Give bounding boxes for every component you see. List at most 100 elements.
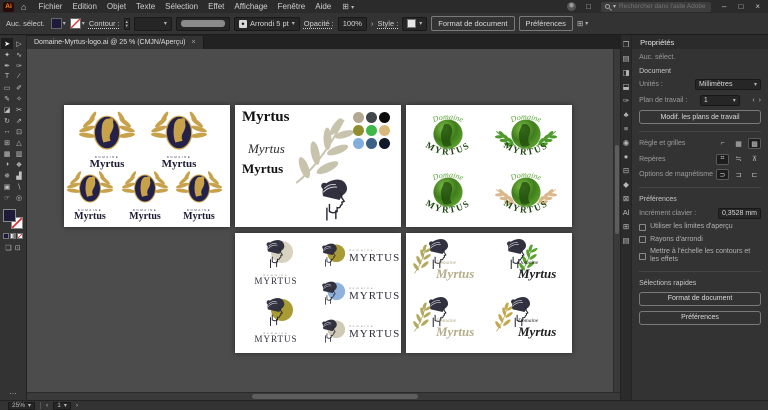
fill-color-control[interactable]: ▾ <box>51 18 66 29</box>
document-tab[interactable]: Domaine-Myrtus-logo.ai @ 25 % (CMJN/Aper… <box>27 36 204 49</box>
zoom-level-select[interactable]: 25%▾ <box>8 402 35 410</box>
restore-button[interactable]: □ <box>733 2 748 11</box>
artboard-prev-button[interactable]: ‹ <box>46 402 48 409</box>
tool[interactable]: ✧ <box>13 93 25 104</box>
preference-checkbox[interactable]: Rayons d'arrondi <box>639 236 761 244</box>
snap-toggle[interactable]: ⊐ <box>732 169 745 180</box>
tool[interactable]: ▷ <box>13 38 25 49</box>
checkbox-box[interactable] <box>639 236 646 243</box>
panel-icon[interactable]: ◉ <box>623 138 630 147</box>
panel-icon[interactable]: ❐ <box>623 40 630 49</box>
minimize-button[interactable]: – <box>717 2 731 11</box>
help-search[interactable]: ▾ <box>601 2 711 12</box>
preferences-button[interactable]: Préférences <box>519 16 573 31</box>
checkbox-box[interactable] <box>639 253 646 260</box>
stroke-weight-select[interactable]: ▾ <box>134 17 172 31</box>
tab-properties[interactable]: Propriétés <box>632 35 768 49</box>
tool[interactable]: ✎ <box>1 93 13 104</box>
snap-toggle[interactable]: ⊏ <box>748 169 761 180</box>
panel-icon[interactable]: ● <box>624 152 629 161</box>
quick-action-button[interactable]: Préférences <box>639 311 761 325</box>
tool[interactable]: ▭ <box>1 82 13 93</box>
keyboard-increment-field[interactable]: 0,3528 mm <box>718 208 761 219</box>
tool[interactable]: ⊡ <box>13 126 25 137</box>
tool[interactable]: ☞ <box>1 192 13 203</box>
tool[interactable]: ✑ <box>13 60 25 71</box>
artboard-5[interactable]: DomaineMyrtus DomaineMyrtus <box>406 233 572 353</box>
tool[interactable]: ✒ <box>1 60 13 71</box>
screen-mode-icon[interactable]: ⊡ <box>15 244 21 252</box>
stroke-weight-link[interactable]: Contour : <box>89 19 120 28</box>
checkbox-box[interactable] <box>639 224 646 231</box>
close-button[interactable]: × <box>750 2 765 11</box>
menu-item[interactable]: Edition <box>67 2 101 11</box>
canvas[interactable]: DOMAINE Myrtus DOMAINE Myrtus DOMAINE My… <box>27 49 620 392</box>
tool[interactable]: ∕ <box>13 71 25 82</box>
color-mode-icon[interactable] <box>3 233 9 239</box>
tool[interactable]: ▟ <box>13 170 25 181</box>
panel-icon[interactable]: ⬓ <box>622 82 629 91</box>
opacity-value-field[interactable]: 100% <box>338 17 367 31</box>
tool[interactable]: ✦ <box>1 49 13 60</box>
document-setup-button[interactable]: Format de document <box>431 16 514 31</box>
options-arrow[interactable]: › <box>371 19 374 28</box>
artboard-next-icon[interactable]: › <box>759 97 761 104</box>
stroke-weight-stepper[interactable]: ▴▾ <box>124 18 130 30</box>
tool[interactable]: ⇗ <box>13 115 25 126</box>
style-link[interactable]: Style : <box>377 19 398 28</box>
tool[interactable]: ∖ <box>13 181 25 192</box>
rulers-grid-toggle[interactable]: ▩ <box>748 138 761 149</box>
search-input[interactable] <box>619 3 707 10</box>
panel-icon[interactable]: ⊞ <box>623 222 629 231</box>
panel-icon[interactable]: ✑ <box>623 96 629 105</box>
horizontal-scrollbar-thumb[interactable] <box>252 394 418 399</box>
panel-icon[interactable]: ▤ <box>622 236 629 245</box>
tool[interactable]: ▣ <box>1 181 13 192</box>
width-profile-select[interactable] <box>176 17 230 31</box>
panel-icon[interactable]: ◨ <box>622 68 629 77</box>
horizontal-scrollbar[interactable] <box>27 392 620 400</box>
tool[interactable]: ❖ <box>13 159 25 170</box>
close-tab-icon[interactable]: × <box>191 39 195 46</box>
opacity-link[interactable]: Opacité : <box>304 19 334 28</box>
tool[interactable]: ∿ <box>13 49 25 60</box>
tool[interactable]: ◪ <box>1 104 13 115</box>
panel-icon[interactable]: ⊠ <box>623 194 629 203</box>
none-mode-icon[interactable] <box>17 233 23 239</box>
edit-artboards-button[interactable]: Modif. les plans de travail <box>639 110 761 124</box>
draw-mode-icon[interactable]: ❑ <box>5 244 11 252</box>
rulers-grid-toggle[interactable]: ⌐ <box>716 138 729 149</box>
tool[interactable]: ⊞ <box>1 137 13 148</box>
vertical-scrollbar[interactable] <box>613 49 620 392</box>
tool[interactable]: ✵ <box>1 170 13 181</box>
tool[interactable]: T <box>1 71 13 82</box>
artboard-prev-icon[interactable]: ‹ <box>752 97 754 104</box>
stroke-color-control[interactable]: ▾ <box>70 18 85 29</box>
fill-stroke-indicator[interactable] <box>3 209 23 229</box>
artboard-4[interactable]: domaine MYRTUS domaine MYRTUS domaineMYR… <box>235 233 401 353</box>
menu-item[interactable]: Sélection <box>160 2 203 11</box>
artboard-1[interactable]: DOMAINE Myrtus DOMAINE Myrtus DOMAINE My… <box>64 105 230 227</box>
menu-item[interactable]: Aide <box>310 2 336 11</box>
vertical-scrollbar-thumb[interactable] <box>615 145 619 234</box>
fill-indicator[interactable] <box>3 209 16 222</box>
menu-item[interactable]: Fichier <box>33 2 67 11</box>
menu-item[interactable]: Fenêtre <box>273 2 311 11</box>
guides-toggle[interactable]: ⊼ <box>748 154 761 165</box>
artboard-nav-select[interactable]: 1▾ <box>53 402 71 410</box>
home-icon[interactable]: ⌂ <box>16 2 31 12</box>
gradient-mode-icon[interactable] <box>10 233 16 239</box>
style-select[interactable]: ▾ <box>402 17 427 31</box>
illustrator-logo-icon[interactable]: Ai <box>3 2 14 12</box>
menu-item[interactable]: Texte <box>131 2 160 11</box>
edit-toolbar-icon[interactable]: … <box>9 387 17 396</box>
tool[interactable]: ✂ <box>13 104 25 115</box>
tool[interactable]: ✐ <box>13 82 25 93</box>
menu-item[interactable]: Objet <box>102 2 131 11</box>
panel-icon[interactable]: ◆ <box>623 180 629 189</box>
fill-swatch[interactable] <box>51 18 62 29</box>
tool[interactable]: △ <box>13 137 25 148</box>
menu-item[interactable]: Affichage <box>229 2 272 11</box>
tool[interactable]: ▥ <box>13 148 25 159</box>
guides-toggle[interactable]: ≒ <box>732 154 745 165</box>
